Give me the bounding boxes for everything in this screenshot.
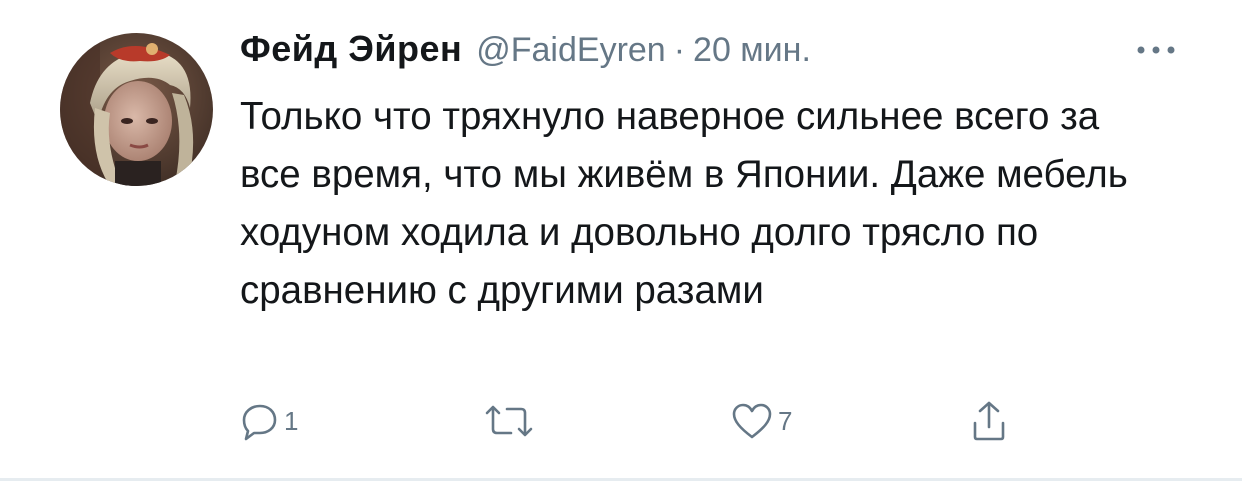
heart-icon [730,401,774,441]
reply-icon [240,401,280,441]
share-button[interactable] [969,396,1009,446]
retweet-icon [481,401,537,441]
retweet-button[interactable] [481,396,541,446]
tweet-card[interactable]: Фейд Эйрен @FaidEyren · 20 мин. Только ч… [0,0,1242,478]
separator-dot: · [673,31,686,69]
author-name[interactable]: Фейд Эйрен [240,28,462,70]
tweet-text: Только что тряхнуло наверное сильнее все… [240,95,1128,312]
share-icon [969,399,1009,443]
more-dots-icon[interactable] [1134,38,1178,62]
author-handle[interactable]: @FaidEyren [476,31,665,70]
tweet-header: Фейд Эйрен @FaidEyren · 20 мин. [240,28,811,78]
like-count: 7 [778,405,793,436]
reply-count: 1 [284,405,299,436]
like-button[interactable]: 7 [730,396,792,446]
tweet-timestamp[interactable]: 20 мин. [693,31,811,70]
reply-button[interactable]: 1 [240,396,298,446]
avatar-image [60,33,213,186]
avatar[interactable] [60,33,213,186]
